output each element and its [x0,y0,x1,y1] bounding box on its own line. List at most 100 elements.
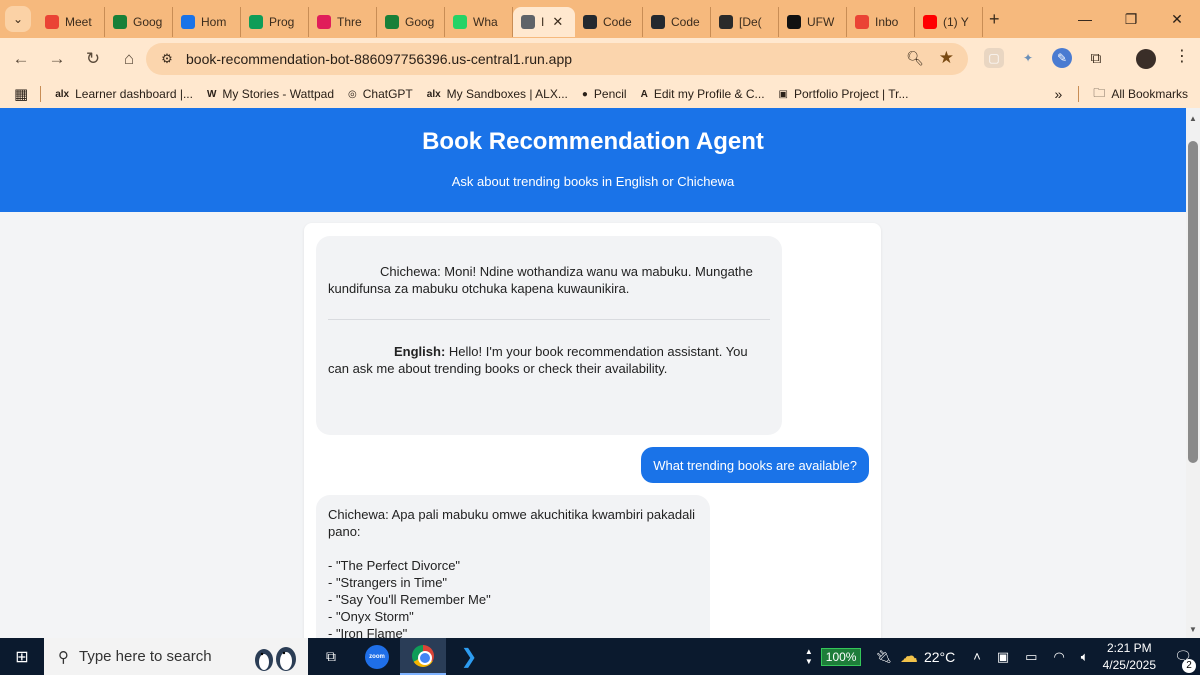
browser-tab[interactable]: Code [575,7,643,37]
all-bookmarks-link[interactable]: All Bookmarks [1111,87,1188,101]
scroll-down-arrow-icon[interactable]: ▼ [1189,625,1197,634]
message-divider [328,319,770,320]
bookmark-item[interactable]: W My Stories - Wattpad [207,87,334,101]
puzzle-icon [719,15,733,29]
chrome-app-icon[interactable] [400,638,446,675]
browser-tab[interactable]: UFW [779,7,847,37]
whatsapp-icon [453,15,467,29]
notification-count: 2 [1182,659,1196,673]
all-bookmarks-folder-icon[interactable]: 🗀 [1093,84,1105,105]
volume-icon[interactable]: 🔈︎ [1081,649,1089,665]
tab-label: Prog [269,15,295,29]
vscode-app-icon[interactable]: ❯ [446,638,492,675]
weather-cloud-icon[interactable]: ☁ [900,646,918,667]
browser-tab[interactable]: Hom [173,7,241,37]
bot-books-intro: Chichewa: Apa pali mabuku omwe akuchitik… [328,507,696,539]
trello-icon: ▣ [778,88,788,100]
url-text: book-recommendation-bot-886097756396.us-… [186,51,573,67]
tab-label: Meet [65,15,92,29]
chatgpt-icon: ◎ [348,88,357,100]
browser-tab[interactable]: Prog [241,7,309,37]
browser-tab[interactable]: Goog [105,7,173,37]
browser-tab[interactable]: Wha [445,7,513,37]
gmail-icon [855,15,869,29]
browser-tab[interactable]: [De( [711,7,779,37]
close-window-icon[interactable]: ✕ [1154,11,1200,28]
browser-tab[interactable]: (1) Y [915,7,983,37]
restore-icon[interactable]: ❐ [1108,11,1154,28]
bookmark-item[interactable]: ◎ ChatGPT [348,87,413,101]
more-bookmarks-chevron-icon[interactable]: » [1055,86,1063,102]
bookmark-item[interactable]: alx My Sandboxes | ALX... [427,87,568,101]
drive-icon [181,15,195,29]
bookmark-item[interactable]: alx Learner dashboard |... [55,87,193,101]
browser-tab[interactable]: Goog [377,7,445,37]
reload-icon[interactable]: ↻ [76,42,110,76]
pencil-icon: ● [581,88,588,100]
browser-tab[interactable]: Thre [309,7,377,37]
sheets-icon [249,15,263,29]
battery-percentage[interactable]: 100% [820,647,862,666]
window-controls: — ❐ ✕ [1062,0,1200,38]
profile-avatar[interactable] [1136,49,1156,69]
extensions-puzzle-icon[interactable]: ⧉ [1086,48,1106,68]
book-list: - "The Perfect Divorce" - "Strangers in T… [328,557,698,638]
browser-tab[interactable]: Meet [37,7,105,37]
show-hidden-chevron-icon[interactable]: ˄ [973,649,981,664]
github-icon [651,15,665,29]
task-view-icon[interactable]: ⧉ [308,638,354,675]
tab-label: UFW [807,15,835,29]
book-list-item: - "Say You'll Remember Me" [328,592,491,607]
extension-icon-2[interactable]: ✦ [1018,48,1038,68]
browser-tab[interactable]: Inbo [847,7,915,37]
bookmark-star-icon[interactable]: ★ [939,48,954,68]
back-arrow-icon[interactable]: ← [4,42,38,76]
weather-temperature[interactable]: 22°C [924,649,955,665]
english-label: English: [394,344,446,359]
forward-arrow-icon[interactable]: → [40,42,74,76]
bookmark-label: My Sandboxes | ALX... [446,87,568,101]
bookmark-item[interactable]: A Edit my Profile & C... [641,87,765,101]
meet-now-icon[interactable]: ▣ [997,649,1009,665]
wifi-icon[interactable]: ◠ [1053,649,1064,665]
classroom-icon [385,15,399,29]
github-icon [583,15,597,29]
battery-icon[interactable]: ▭ [1025,649,1037,665]
tab-search-chevron-icon[interactable]: ⌄ [5,6,31,32]
page-scrollbar[interactable]: ▲ ▼ [1186,108,1200,638]
taskbar-search-box[interactable]: ⚲ Type here to search [44,638,308,675]
zoom-app-icon[interactable]: zoom [354,638,400,675]
extension-icon-3[interactable]: ✎ [1052,48,1072,68]
notifications-icon[interactable]: 🗨︎ 2 [1166,648,1200,673]
minimize-icon[interactable]: — [1062,11,1108,27]
windows-start-icon[interactable]: ⊞ [0,647,44,667]
bookmark-label: ChatGPT [362,87,413,101]
menu-kebab-icon[interactable]: ⋮ [1174,46,1190,66]
bookmark-label: My Stories - Wattpad [222,87,335,101]
bookmark-item[interactable]: ● Pencil [582,87,627,101]
gmail-icon [45,15,59,29]
home-icon[interactable]: ⌂ [112,42,146,76]
system-clock[interactable]: 2:21 PM 4/25/2025 [1103,640,1156,674]
bot-message-welcome: Chichewa: Moni! Ndine wothandiza wanu wa… [316,236,782,435]
scroll-up-arrow-icon[interactable]: ▲ [1189,114,1197,123]
bookmark-item[interactable]: ▣ Portfolio Project | Tr... [779,87,909,101]
page-subtitle: Ask about trending books in English or C… [451,174,735,189]
scrollbar-thumb[interactable] [1188,141,1198,463]
youtube-icon [923,15,937,29]
bot-message-chichewa: Chichewa: Moni! Ndine wothandiza wanu wa… [328,264,753,296]
site-info-icon[interactable]: ⚙ [152,51,182,67]
apps-grid-icon[interactable]: ▦ [14,85,28,103]
browser-tab[interactable]: I ✕ [513,7,575,37]
new-tab-plus-icon[interactable]: + [989,9,1000,30]
address-bar[interactable]: ⚙ book-recommendation-bot-886097756396.u… [146,43,968,75]
tray-overflow-icon[interactable]: ▲ ▼ [805,647,813,667]
bot-message-books: Chichewa: Apa pali mabuku omwe akuchitik… [316,495,710,638]
bookmark-label: Edit my Profile & C... [653,87,765,101]
zoom-magnifier-icon[interactable]: 🔍︎ [906,50,924,67]
extension-icon-1[interactable]: ▢ [984,48,1004,68]
tab-close-icon[interactable]: ✕ [552,14,563,30]
book-list-item: - "The Perfect Divorce" [328,558,461,573]
browser-tab[interactable]: Code [643,7,711,37]
bookmark-label: Learner dashboard |... [75,87,193,101]
